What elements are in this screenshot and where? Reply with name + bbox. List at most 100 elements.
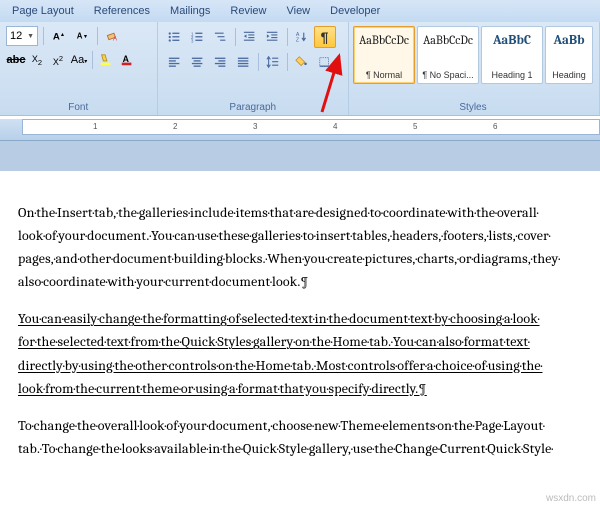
separator — [97, 27, 98, 45]
align-center-icon — [190, 55, 206, 69]
increase-indent-button[interactable] — [262, 26, 284, 48]
change-case-icon: Aa▾ — [71, 54, 87, 66]
style-preview: AaBbC — [493, 33, 531, 48]
style-name: ¶ No Spaci... — [422, 70, 473, 80]
tab-page-layout[interactable]: Page Layout — [2, 2, 84, 20]
tab-view[interactable]: View — [276, 2, 320, 20]
svg-text:▼: ▼ — [83, 34, 88, 40]
separator — [287, 28, 288, 46]
superscript-icon: X2 — [53, 54, 63, 67]
align-right-button[interactable] — [210, 51, 232, 73]
numbering-icon: 123 — [190, 30, 206, 44]
svg-text:▲: ▲ — [60, 32, 65, 38]
style-preview: AaBb — [554, 33, 585, 48]
align-left-icon — [167, 55, 183, 69]
multilevel-list-button[interactable] — [210, 26, 232, 48]
font-color-button[interactable]: A — [117, 50, 137, 70]
ruler-tick: 2 — [173, 122, 177, 131]
horizontal-ruler[interactable]: 1 2 3 4 5 6 — [22, 119, 600, 135]
grow-font-icon: A▲ — [52, 29, 66, 43]
line-spacing-button[interactable] — [262, 51, 284, 73]
subscript-icon: X2 — [32, 54, 42, 67]
font-size-selector[interactable]: 12 ▼ — [6, 26, 38, 46]
align-right-icon — [213, 55, 229, 69]
styles-group: AaBbCcDc ¶ Normal AaBbCcDc ¶ No Spaci...… — [349, 22, 600, 115]
decrease-indent-icon — [242, 30, 258, 44]
strikethrough-button[interactable]: abc — [6, 50, 26, 70]
separator — [92, 51, 93, 69]
grow-font-button[interactable]: A▲ — [49, 26, 69, 46]
style-heading[interactable]: AaBb Heading — [545, 26, 593, 84]
paragraph-row-2 — [164, 51, 342, 73]
line-spacing-icon — [265, 55, 281, 69]
dropdown-icon: ▼ — [27, 33, 34, 40]
separator — [43, 27, 44, 45]
document-background — [0, 141, 600, 171]
eraser-icon: A — [106, 29, 120, 43]
paragraph-3[interactable]: To·change·the·overall·look·of·your·docum… — [18, 414, 582, 460]
strikethrough-icon: abc — [7, 54, 26, 66]
style-heading-1[interactable]: AaBbC Heading 1 — [481, 26, 543, 84]
separator — [235, 28, 236, 46]
sort-icon: AZ — [294, 30, 310, 44]
svg-text:Z: Z — [295, 37, 299, 43]
paragraph-group: 123 AZ ¶ Paragraph — [158, 22, 349, 115]
superscript-button[interactable]: X2 — [48, 50, 68, 70]
justify-icon — [236, 55, 252, 69]
paragraph-2[interactable]: You·can·easily·change·the·formatting·of·… — [18, 307, 582, 399]
font-group: 12 ▼ A▲ A▼ A abc X2 X2 Aa▾ A Font — [0, 22, 158, 115]
highlight-icon — [99, 53, 113, 67]
justify-button[interactable] — [233, 51, 255, 73]
shrink-font-button[interactable]: A▼ — [72, 26, 92, 46]
font-row-1: 12 ▼ A▲ A▼ A — [6, 26, 151, 46]
separator — [287, 53, 288, 71]
subscript-button[interactable]: X2 — [27, 50, 47, 70]
change-case-button[interactable]: Aa▾ — [69, 50, 89, 70]
bullets-button[interactable] — [164, 26, 186, 48]
shading-icon — [294, 55, 310, 69]
ruler-tick: 4 — [333, 122, 337, 131]
sort-button[interactable]: AZ — [291, 26, 313, 48]
svg-text:A: A — [113, 35, 118, 42]
tab-developer[interactable]: Developer — [320, 2, 390, 20]
style-preview: AaBbCcDc — [423, 33, 473, 47]
borders-icon — [317, 55, 333, 69]
tab-mailings[interactable]: Mailings — [160, 2, 220, 20]
shading-button[interactable] — [291, 51, 313, 73]
svg-text:A: A — [123, 54, 130, 64]
style-name: Heading 1 — [491, 70, 532, 80]
decrease-indent-button[interactable] — [239, 26, 261, 48]
increase-indent-icon — [265, 30, 281, 44]
style-no-spacing[interactable]: AaBbCcDc ¶ No Spaci... — [417, 26, 479, 84]
highlight-button[interactable] — [96, 50, 116, 70]
ribbon-tabs: Page Layout References Mailings Review V… — [0, 0, 600, 22]
clear-formatting-button[interactable]: A — [103, 26, 123, 46]
numbering-button[interactable]: 123 — [187, 26, 209, 48]
font-row-2: abc X2 X2 Aa▾ A — [6, 50, 151, 70]
font-group-label[interactable]: Font — [6, 100, 151, 113]
styles-group-label[interactable]: Styles — [353, 100, 593, 113]
bullets-icon — [167, 30, 183, 44]
document-canvas[interactable]: On·the·Insert·tab,·the·galleries·include… — [0, 171, 600, 484]
align-center-button[interactable] — [187, 51, 209, 73]
ruler-area: 1 2 3 4 5 6 — [0, 119, 600, 141]
style-name: ¶ Normal — [366, 70, 402, 80]
style-normal[interactable]: AaBbCcDc ¶ Normal — [353, 26, 415, 84]
ruler-tick: 5 — [413, 122, 417, 131]
paragraph-row-1: 123 AZ ¶ — [164, 26, 342, 48]
svg-text:3: 3 — [191, 38, 194, 43]
tab-references[interactable]: References — [84, 2, 160, 20]
show-hide-button[interactable]: ¶ — [314, 26, 336, 48]
paragraph-1[interactable]: On·the·Insert·tab,·the·galleries·include… — [18, 201, 582, 293]
svg-text:A: A — [53, 32, 60, 43]
ribbon: 12 ▼ A▲ A▼ A abc X2 X2 Aa▾ A Font — [0, 22, 600, 116]
styles-gallery: AaBbCcDc ¶ Normal AaBbCcDc ¶ No Spaci...… — [353, 26, 593, 84]
multilevel-icon — [213, 30, 229, 44]
tab-review[interactable]: Review — [220, 2, 276, 20]
watermark: wsxdn.com — [546, 493, 596, 504]
borders-button[interactable] — [314, 51, 336, 73]
ruler-tick: 6 — [493, 122, 497, 131]
align-left-button[interactable] — [164, 51, 186, 73]
paragraph-group-label[interactable]: Paragraph — [164, 100, 342, 113]
style-preview: AaBbCcDc — [359, 33, 409, 47]
